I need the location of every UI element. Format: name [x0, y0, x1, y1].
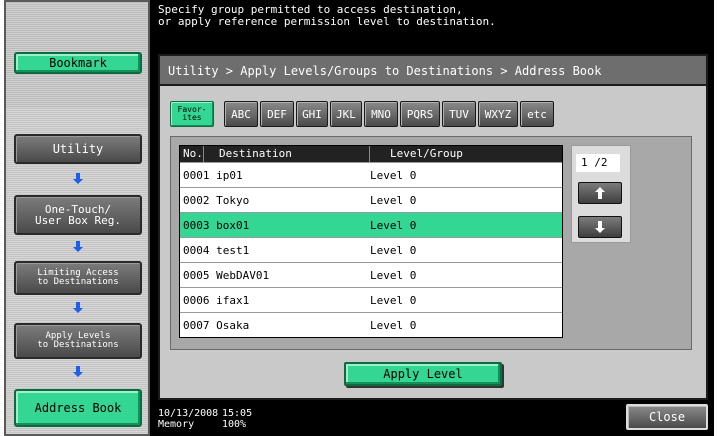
index-tabs: Favor- ites ABC DEF GHI JKL MNO PQRS TUV…: [170, 101, 556, 127]
address-book-frame: Utility > Apply Levels/Groups to Destina…: [158, 54, 708, 400]
destination-level: Level 0: [370, 218, 417, 232]
step-apply-levels-button[interactable]: Apply Levels to Destinations: [14, 323, 142, 359]
destination-name: 0002 Tokyo: [183, 193, 250, 207]
destination-table: No. Destination Level/Group 0001 ip01 Lev…: [179, 145, 563, 338]
destination-list-area: No. Destination Level/Group 0001 ip01 Lev…: [170, 136, 692, 350]
tab-jkl[interactable]: JKL: [330, 101, 362, 127]
arrow-down-icon: [73, 366, 83, 377]
table-row[interactable]: 0004 test1 Level 0: [180, 237, 562, 262]
destination-name: 0007 Osaka: [183, 318, 250, 332]
tab-abc[interactable]: ABC: [224, 101, 258, 127]
column-header-level: Level/Group: [390, 147, 463, 160]
copier-panel-screen: Bookmark Utility One-Touch/ User Box Reg…: [4, 0, 714, 436]
destination-level: Level 0: [370, 193, 417, 207]
instruction-message: Specify group permitted to access destin…: [158, 3, 496, 28]
status-date: 10/13/2008: [158, 408, 219, 419]
apply-level-button[interactable]: Apply Level: [344, 362, 502, 386]
tab-def[interactable]: DEF: [260, 101, 294, 127]
step-one-touch-user-box-button[interactable]: One-Touch/ User Box Reg.: [14, 195, 142, 235]
status-time: 15:05: [222, 408, 253, 419]
column-header-destination: Destination: [204, 146, 370, 162]
table-row[interactable]: 0001 ip01 Level 0: [180, 162, 562, 187]
tab-etc[interactable]: etc: [520, 101, 554, 127]
destination-level: Level 0: [370, 318, 417, 332]
arrow-up-icon: [595, 187, 605, 199]
bookmark-button[interactable]: Bookmark: [14, 52, 142, 74]
destination-level: Level 0: [370, 268, 417, 282]
destination-name: 0001 ip01: [183, 168, 243, 182]
destination-name: 0005 WebDAV01: [183, 268, 270, 282]
step-limiting-access-button[interactable]: Limiting Access to Destinations: [14, 261, 142, 295]
arrow-down-icon: [73, 173, 83, 184]
destination-level: Level 0: [370, 168, 417, 182]
breadcrumb: Utility > Apply Levels/Groups to Destina…: [160, 56, 706, 86]
memory-label: Memory: [158, 419, 195, 430]
column-header-no: No.: [180, 146, 204, 162]
destination-name: 0004 test1: [183, 243, 250, 257]
arrow-down-icon: [73, 302, 83, 313]
destination-name: 0003 box01: [183, 218, 250, 232]
tab-favorites[interactable]: Favor- ites: [170, 101, 214, 127]
tab-mno[interactable]: MNO: [364, 101, 398, 127]
tab-ghi[interactable]: GHI: [296, 101, 328, 127]
left-navigation-panel: Bookmark Utility One-Touch/ User Box Reg…: [4, 0, 150, 436]
scroll-up-button[interactable]: [578, 182, 622, 204]
tab-pqrs[interactable]: PQRS: [400, 101, 440, 127]
destination-level: Level 0: [370, 293, 417, 307]
table-header: No. Destination Level/Group: [180, 146, 562, 162]
page-indicator: 1 /2: [576, 154, 620, 172]
close-button[interactable]: Close: [626, 404, 708, 430]
step-address-book-button[interactable]: Address Book: [14, 389, 142, 427]
arrow-down-icon: [73, 241, 83, 252]
page-scroller: 1 /2: [571, 145, 631, 243]
destination-level: Level 0: [370, 243, 417, 257]
tab-tuv[interactable]: TUV: [442, 101, 476, 127]
step-utility-button[interactable]: Utility: [14, 134, 142, 164]
scroll-down-button[interactable]: [578, 216, 622, 238]
table-row[interactable]: 0007 Osaka Level 0: [180, 312, 562, 337]
status-bar: 10/13/2008 15:05 Memory 100%: [158, 408, 252, 430]
table-row[interactable]: 0006 ifax1 Level 0: [180, 287, 562, 312]
tab-wxyz[interactable]: WXYZ: [478, 101, 518, 127]
destination-name: 0006 ifax1: [183, 293, 250, 307]
memory-value: 100%: [222, 419, 247, 430]
table-row[interactable]: 0005 WebDAV01 Level 0: [180, 262, 562, 287]
table-row-selected[interactable]: 0003 box01 Level 0: [180, 212, 562, 237]
arrow-down-icon: [595, 221, 605, 233]
table-row[interactable]: 0002 Tokyo Level 0: [180, 187, 562, 212]
